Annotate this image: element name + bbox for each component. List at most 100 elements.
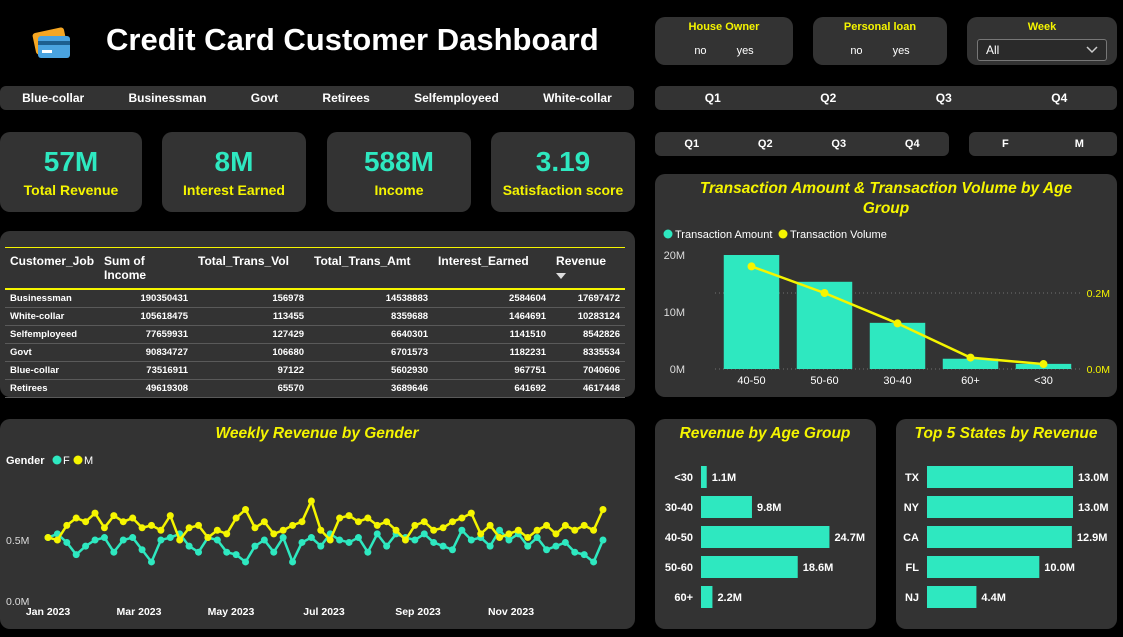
series-point	[345, 512, 353, 520]
bar	[927, 556, 1040, 578]
table-row[interactable]: Businessman 190350431 156978 14538883 258460…	[5, 289, 625, 308]
personal-loan-no[interactable]: no	[850, 45, 862, 57]
quarter-slicer-mid: Q1 Q2 Q3 Q4	[655, 132, 949, 156]
column-header[interactable]: Total_Trans_Amt	[309, 247, 434, 290]
series-point	[91, 536, 99, 544]
job-option-retirees[interactable]: Retirees	[322, 91, 369, 105]
job-option-selfemployeed[interactable]: Selfemployeed	[414, 91, 499, 105]
week-dropdown[interactable]: All	[977, 39, 1107, 61]
series-point	[317, 526, 325, 534]
category-label: 60+	[674, 592, 693, 604]
y2-tick-label: 0.0M	[1087, 364, 1110, 376]
quarter-mid-q4[interactable]: Q4	[905, 138, 920, 150]
series-point	[82, 542, 90, 550]
house-owner-yes[interactable]: yes	[737, 45, 754, 57]
series-point	[458, 514, 466, 522]
series-point	[213, 526, 221, 534]
quarter-mid-q2[interactable]: Q2	[758, 138, 773, 150]
series-point	[298, 518, 306, 526]
series-point	[279, 534, 287, 542]
kpi-card-interest-earned: 8M Interest Earned	[162, 132, 306, 212]
series-point	[458, 526, 466, 534]
column-header[interactable]: Interest_Earned	[433, 247, 552, 290]
bar	[927, 466, 1073, 488]
category-label: 40-50	[665, 532, 693, 544]
series-point	[571, 548, 579, 556]
volume-point	[820, 289, 829, 297]
table-cell-value: 77659931	[99, 325, 194, 344]
job-option-white-collar[interactable]: White-collar	[543, 91, 612, 105]
series-point	[552, 530, 560, 538]
gender-option-f[interactable]: F	[1002, 138, 1009, 150]
series-point	[129, 534, 137, 542]
series-point	[505, 536, 513, 544]
quarter-mid-q1[interactable]: Q1	[684, 138, 699, 150]
y2-tick-label: 0.2M	[1087, 288, 1110, 300]
series-point	[383, 542, 391, 550]
series-point	[552, 542, 560, 550]
bar	[701, 496, 752, 518]
table-row[interactable]: Selfemployeed 77659931 127429 6640301 114151…	[5, 325, 625, 344]
quarter-mid-q3[interactable]: Q3	[831, 138, 846, 150]
column-header-revenue[interactable]: Revenue	[551, 247, 625, 290]
y-tick-label: 0.5M	[6, 535, 29, 547]
series-point	[364, 548, 372, 556]
table-row[interactable]: White-collar 105618475 113455 8359688 146469…	[5, 307, 625, 326]
personal-loan-yes[interactable]: yes	[893, 45, 910, 57]
quarter-top-q3[interactable]: Q3	[936, 91, 952, 105]
job-option-blue-collar[interactable]: Blue-collar	[22, 91, 84, 105]
table-cell-value: 8335534	[551, 343, 625, 362]
data-label: 4.4M	[981, 592, 1005, 604]
legend-label: Transaction Volume	[790, 229, 887, 241]
quarter-top-q1[interactable]: Q1	[705, 91, 721, 105]
volume-point	[893, 319, 902, 328]
job-option-businessman[interactable]: Businessman	[128, 91, 206, 105]
job-slicer: Blue-collar Businessman Govt Retirees Se…	[0, 86, 634, 110]
series-point	[401, 536, 409, 544]
series-point	[467, 509, 475, 517]
table-row[interactable]: Govt 90834727 106680 6701573 1182231 8335534	[5, 343, 625, 362]
bar	[701, 586, 713, 608]
series-point	[326, 536, 334, 544]
volume-point	[747, 262, 756, 271]
quarter-top-q2[interactable]: Q2	[820, 91, 836, 105]
series-point	[373, 530, 381, 538]
quarter-slicer-top: Q1 Q2 Q3 Q4	[655, 86, 1117, 110]
table-header-row: Customer_Job Sum of Income Total_Trans_V…	[5, 247, 625, 290]
table-cell-job: Selfemployeed	[5, 325, 100, 344]
bar	[701, 466, 707, 488]
series-point	[307, 534, 315, 542]
table-cell-value: 190350431	[99, 289, 194, 308]
series-point	[119, 536, 127, 544]
series-point	[533, 526, 541, 534]
table-row[interactable]: Blue-collar 73516911 97122 5602930 967751 704…	[5, 361, 625, 380]
series-point	[486, 521, 494, 529]
series-point	[72, 514, 80, 522]
house-owner-no[interactable]: no	[694, 45, 706, 57]
series-point	[345, 538, 353, 546]
chart-title: Weekly Revenue by Gender	[215, 425, 419, 442]
kpi-label: Satisfaction score	[502, 182, 624, 198]
data-label: 13.0M	[1078, 472, 1109, 484]
personal-loan-slicer[interactable]: Personal loan no yes	[813, 17, 947, 65]
column-header[interactable]: Sum of Income	[99, 247, 194, 290]
series-point	[232, 514, 240, 522]
quarter-top-q4[interactable]: Q4	[1051, 91, 1067, 105]
series-point	[270, 548, 278, 556]
gender-option-m[interactable]: M	[1075, 138, 1084, 150]
job-option-govt[interactable]: Govt	[251, 91, 278, 105]
series-point	[110, 512, 118, 520]
column-header[interactable]: Total_Trans_Vol	[193, 247, 310, 290]
x-tick-label: Nov 2023	[488, 606, 534, 618]
table-cell-value: 4617448	[551, 379, 625, 398]
house-owner-slicer[interactable]: House Owner no yes	[655, 17, 793, 65]
series-point	[411, 536, 419, 544]
table-cell-value: 3689646	[309, 379, 434, 398]
series-point	[110, 548, 118, 556]
kpi-card-income: 588M Income	[327, 132, 471, 212]
table-row[interactable]: Retirees 49619308 65570 3689646 641692 461744…	[5, 379, 625, 398]
data-label: 9.8M	[757, 502, 781, 514]
kpi-value: 8M	[214, 146, 254, 177]
column-header[interactable]: Customer_Job	[5, 247, 100, 290]
category-label: 30-40	[665, 502, 693, 514]
